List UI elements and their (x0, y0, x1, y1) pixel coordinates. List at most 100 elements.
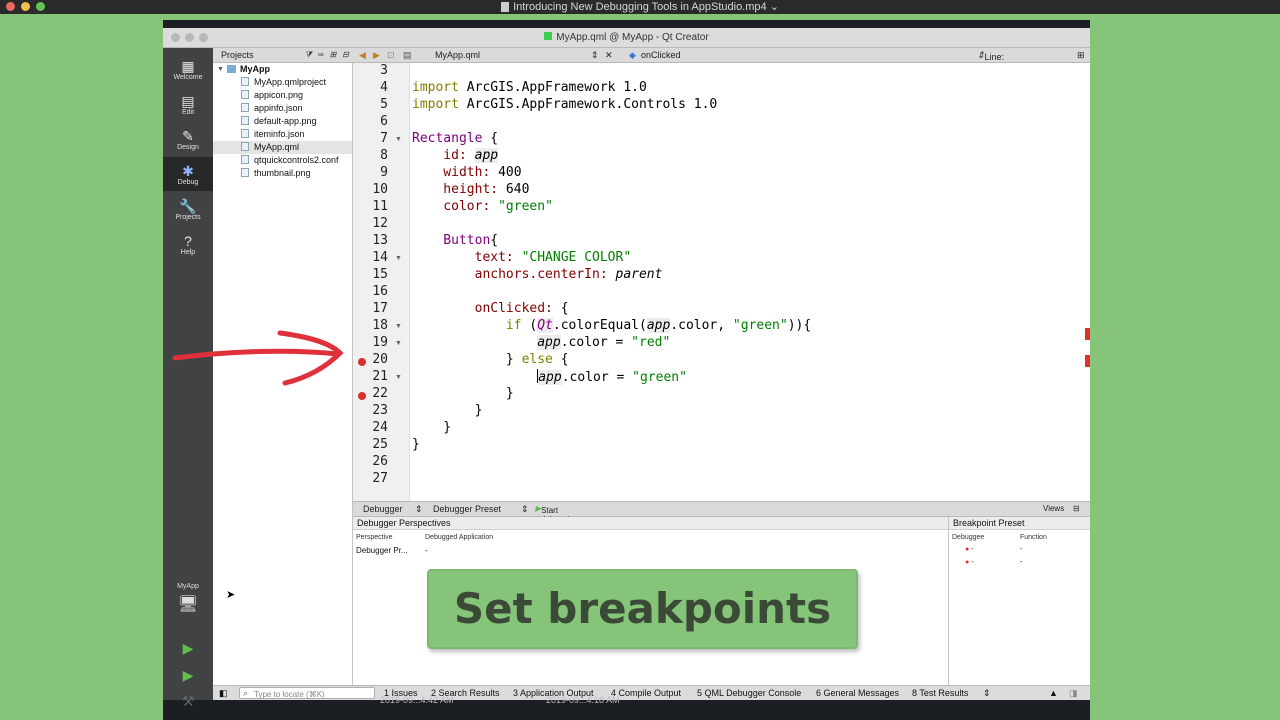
minimize-icon[interactable] (21, 2, 30, 11)
breakpoint-marker-icon[interactable] (358, 358, 366, 366)
tree-file[interactable]: default-app.png (213, 115, 352, 128)
line-col-indicator[interactable]: ⇕ Line: 21, Col: 17 (977, 50, 1004, 92)
identifier: Qt (537, 318, 553, 333)
debug-run-icon[interactable]: ▶ (179, 667, 197, 684)
property: text: (412, 250, 514, 265)
breakpoint-row[interactable]: ● - (965, 546, 974, 553)
locator-placeholder: Type to locate (⌘K) (254, 690, 325, 699)
symbol-dropdown[interactable]: onClicked (641, 50, 681, 60)
tree-root-label: MyApp (240, 64, 270, 74)
mode-welcome[interactable]: ▦ Welcome (163, 52, 213, 86)
tree-file[interactable]: thumbnail.png (213, 167, 352, 180)
dropdown-arrows-icon[interactable]: ⇕ (983, 688, 991, 699)
chevron-up-icon[interactable]: ▲ (1049, 688, 1058, 698)
maximize-icon[interactable] (199, 33, 208, 42)
open-file-dropdown[interactable]: MyApp.qml (435, 50, 480, 60)
scrollbar-breakpoint-marker[interactable] (1085, 328, 1090, 340)
line-number: 4 (380, 80, 388, 95)
fold-marker-icon[interactable]: ▼ (395, 255, 402, 262)
tree-file-selected[interactable]: MyApp.qml (213, 141, 352, 154)
line-gutter[interactable]: 3 4 5 6 7 8 9 10 11 12 13 14 15 16 17 18… (353, 63, 410, 501)
property: height: (412, 182, 499, 197)
column-header[interactable]: Debugged Application (425, 534, 493, 541)
dropdown-arrows-icon[interactable]: ⇕ (415, 504, 423, 515)
split-editor-icon[interactable]: ⊞ (1077, 50, 1085, 61)
code-text: } (412, 352, 522, 367)
code-text: ArcGIS.AppFramework 1.0 (458, 80, 647, 95)
fold-marker-icon[interactable]: ▼ (395, 340, 402, 347)
tab-general-messages[interactable]: 6 General Messages (816, 688, 899, 698)
line-number: 18 (372, 318, 388, 333)
search-icon: ⌕ (243, 688, 249, 698)
projects-dropdown[interactable]: Projects (221, 50, 254, 60)
minimize-icon[interactable] (185, 33, 194, 42)
column-header[interactable]: Debuggee (952, 534, 984, 541)
maximize-icon[interactable] (36, 2, 45, 11)
help-icon: ? (184, 232, 192, 249)
views-button[interactable]: Views (1043, 504, 1064, 513)
maximize-pane-icon[interactable]: ◨ (1069, 688, 1078, 699)
code-line-25: } (412, 437, 420, 452)
column-header[interactable]: Function (1020, 534, 1047, 541)
line-number: 3 (380, 63, 388, 78)
close-pane-icon[interactable]: ⊟ (342, 50, 349, 60)
column-header[interactable]: Perspective (356, 534, 393, 541)
expand-caret-icon[interactable]: ▼ (217, 63, 224, 76)
tree-file[interactable]: MyApp.qmlproject (213, 76, 352, 89)
file-label: iteminfo.json (254, 129, 305, 139)
dropdown-arrows-icon[interactable]: ⇕ (521, 504, 529, 515)
mode-design[interactable]: ✎ Design (163, 122, 213, 156)
debugger-preset-dropdown[interactable]: Debugger Preset (433, 504, 501, 514)
build-hammer-icon[interactable]: ⚒ (179, 693, 197, 710)
scrollbar-breakpoint-marker[interactable] (1085, 355, 1090, 367)
filter-icon[interactable]: ⧩ (305, 50, 312, 60)
os-title-text[interactable]: Introducing New Debugging Tools in AppSt… (513, 0, 779, 14)
kit-selector[interactable]: MyApp 🖥 (163, 583, 213, 614)
forward-arrow-icon[interactable]: ▶ (373, 50, 380, 61)
close-icon[interactable] (6, 2, 15, 11)
string: "green" (632, 370, 687, 385)
line-number: 10 (372, 182, 388, 197)
code-editor[interactable]: import ArcGIS.AppFramework 1.0 import Ar… (410, 63, 1090, 501)
back-arrow-icon[interactable]: ◀ (359, 50, 366, 61)
perspective-row-name[interactable]: Debugger Pr... (356, 546, 408, 555)
toggle-sidebar-icon[interactable]: ◧ (219, 688, 228, 699)
tree-file[interactable]: appinfo.json (213, 102, 352, 115)
tree-file[interactable]: appicon.png (213, 89, 352, 102)
dropdown-arrows-icon[interactable]: ⇕ (591, 50, 599, 61)
close-document-icon[interactable]: ✕ (605, 50, 613, 61)
line-number: 23 (372, 403, 388, 418)
tab-test-results[interactable]: 8 Test Results (912, 688, 968, 698)
breakpoint-row[interactable]: ● - (965, 559, 974, 566)
code-line-4: import ArcGIS.AppFramework 1.0 (412, 80, 647, 95)
mode-edit[interactable]: ▤ Edit (163, 87, 213, 121)
link-icon[interactable]: ∞ (318, 50, 324, 60)
tab-compile-output[interactable]: 4 Compile Output (611, 688, 681, 698)
locator-input[interactable]: Type to locate (⌘K) (239, 687, 375, 699)
tree-file[interactable]: qtquickcontrols2.conf (213, 154, 352, 167)
tab-qml-debugger-console[interactable]: 5 QML Debugger Console (697, 688, 801, 698)
fold-marker-icon[interactable]: ▼ (395, 136, 402, 143)
keyword: if (505, 318, 522, 333)
split-icon[interactable]: ⊞ (330, 50, 337, 60)
mode-debug[interactable]: ✱ Debug (163, 157, 213, 191)
editor-toolbar: ◀ ▶ ⊡ ▤ MyApp.qml ⇕ ✕ ◆ onClicked ⇕ Line… (353, 48, 1090, 92)
run-icon[interactable]: ▶ (179, 640, 197, 657)
start-debugging-button[interactable]: ▶ Start debugging of startup project (535, 504, 579, 542)
property: width: (412, 165, 491, 180)
code-line-5: import ArcGIS.AppFramework.Controls 1.0 (412, 97, 717, 112)
mode-projects[interactable]: 🔧 Projects (163, 192, 213, 226)
mode-help[interactable]: ? Help (163, 227, 213, 261)
property: color: (412, 199, 491, 214)
close-pane-icon[interactable]: ⊟ (1073, 504, 1080, 513)
fold-marker-icon[interactable]: ▼ (395, 374, 402, 381)
breakpoint-marker-icon[interactable] (358, 392, 366, 400)
close-icon[interactable] (171, 33, 180, 42)
tree-root[interactable]: ▼ MyApp (213, 63, 352, 76)
code-line-21: app.color = "green" (412, 369, 687, 385)
fold-marker-icon[interactable]: ▼ (395, 323, 402, 330)
tree-file[interactable]: iteminfo.json (213, 128, 352, 141)
debugger-mode-dropdown[interactable]: Debugger (363, 504, 403, 514)
